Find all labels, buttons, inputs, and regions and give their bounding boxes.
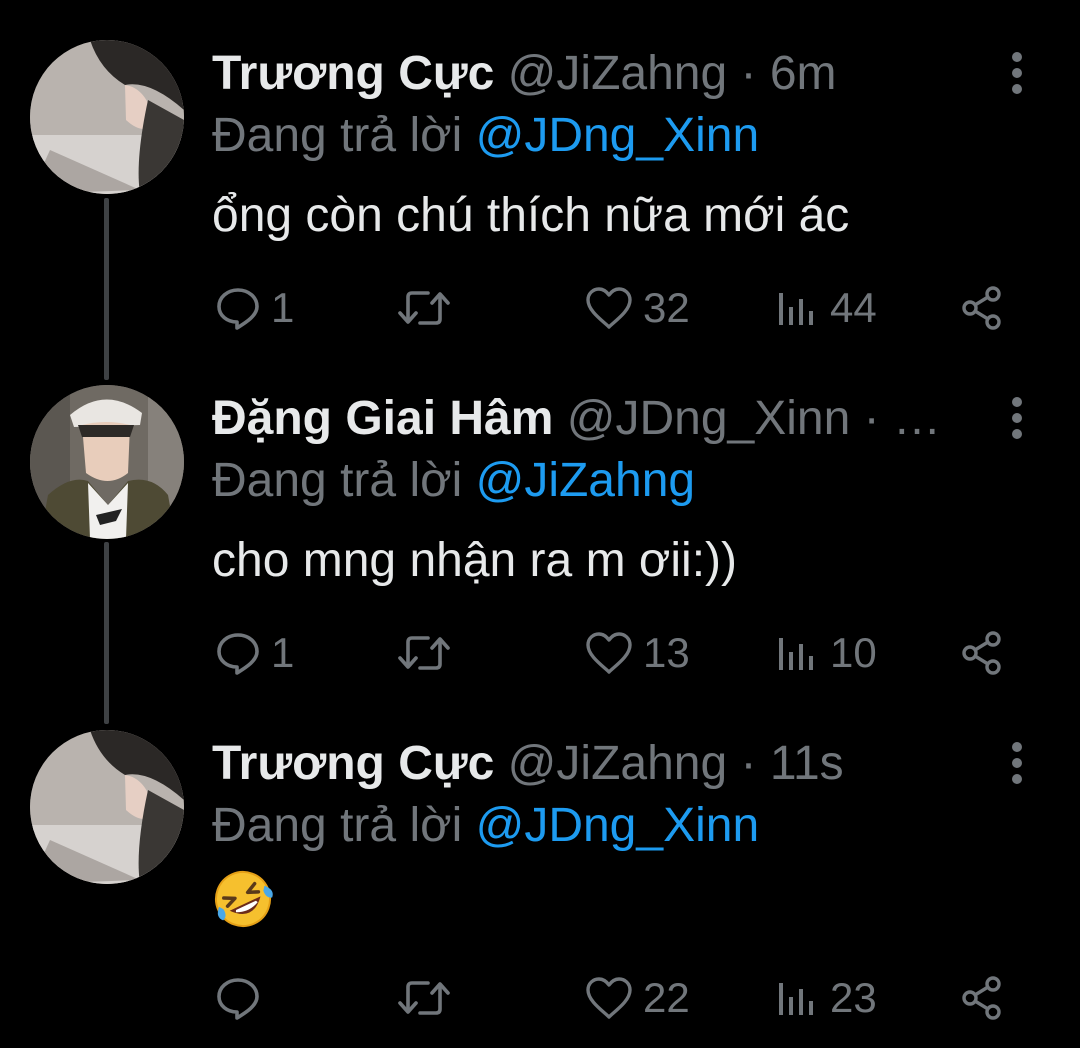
author-handle[interactable]: @JiZahng	[508, 47, 728, 100]
tweet[interactable]: Trương Cực @JiZahng · 6m Đang trả lời @J…	[0, 0, 1080, 345]
retweet-icon	[398, 636, 450, 670]
reply-count: 1	[271, 284, 295, 331]
replying-to-label: Đang trả lời	[212, 109, 463, 162]
retweet-button[interactable]	[398, 623, 460, 683]
reply-icon	[217, 978, 259, 1020]
avatar[interactable]	[30, 385, 184, 539]
more-options-button[interactable]	[1004, 50, 1030, 96]
tweet-text: ổng còn chú thích nữa mới ác	[212, 189, 850, 242]
separator-dot: ·	[740, 737, 757, 790]
views-button[interactable]: 44	[776, 278, 877, 338]
author-name[interactable]: Đặng Giai Hâm	[212, 392, 553, 445]
more-vertical-icon	[1012, 397, 1022, 439]
replying-to-label: Đang trả lời	[212, 454, 463, 507]
heart-icon	[586, 287, 632, 329]
heart-icon	[586, 632, 632, 674]
author-name[interactable]: Trương Cực	[212, 47, 494, 100]
more-options-button[interactable]	[1004, 740, 1030, 786]
reply-button[interactable]: 1	[215, 623, 294, 683]
replying-to: Đang trả lời @JDng_Xinn	[212, 106, 759, 166]
views-icon	[779, 293, 813, 325]
author-handle[interactable]: @JiZahng	[508, 737, 728, 790]
like-button[interactable]: 32	[585, 278, 690, 338]
tweet-header: Trương Cực @JiZahng · 6m	[212, 44, 992, 104]
tweet-actions: 1 13 10	[0, 623, 1080, 683]
tweet-text: cho mng nhận ra m ơii:))	[212, 534, 737, 587]
replying-to-label: Đang trả lời	[212, 799, 463, 852]
tweet-actions: 22 23	[0, 968, 1080, 1028]
share-icon	[962, 976, 1001, 1020]
more-vertical-icon	[1012, 742, 1022, 784]
tweet-header: Trương Cực @JiZahng · 11s	[212, 734, 992, 794]
replying-to-mention[interactable]: @JDng_Xinn	[476, 109, 760, 162]
share-icon	[962, 631, 1001, 675]
like-count: 32	[643, 284, 690, 331]
retweet-icon	[398, 291, 450, 325]
author-handle[interactable]: @JDng_Xinn	[567, 392, 851, 445]
timestamp[interactable]: …	[893, 392, 941, 445]
like-count: 22	[643, 974, 690, 1021]
reply-count: 1	[271, 629, 295, 676]
tweet-header: Đặng Giai Hâm @JDng_Xinn · …	[212, 389, 992, 449]
timestamp[interactable]: 6m	[770, 47, 837, 100]
replying-to: Đang trả lời @JiZahng	[212, 451, 695, 511]
rolling-on-floor-laughing-emoji	[212, 868, 274, 930]
share-button[interactable]	[960, 623, 1006, 683]
tweet[interactable]: Đặng Giai Hâm @JDng_Xinn · … Đang trả lờ…	[0, 345, 1080, 690]
reply-icon	[217, 288, 259, 330]
tweet[interactable]: Trương Cực @JiZahng · 11s Đang trả lời @…	[0, 690, 1080, 1035]
timestamp[interactable]: 11s	[770, 737, 844, 790]
view-count: 44	[830, 284, 877, 331]
author-name[interactable]: Trương Cực	[212, 737, 494, 790]
like-button[interactable]: 22	[585, 968, 690, 1028]
separator-dot: ·	[863, 392, 880, 445]
separator-dot: ·	[740, 47, 757, 100]
replying-to: Đang trả lời @JDng_Xinn	[212, 796, 759, 856]
views-button[interactable]: 10	[776, 623, 877, 683]
reply-button[interactable]: 1	[215, 278, 294, 338]
view-count: 10	[830, 629, 877, 676]
tweet-actions: 1 32 44	[0, 278, 1080, 338]
more-options-button[interactable]	[1004, 395, 1030, 441]
views-icon	[779, 983, 813, 1015]
more-vertical-icon	[1012, 52, 1022, 94]
replying-to-mention[interactable]: @JDng_Xinn	[476, 799, 760, 852]
like-count: 13	[643, 629, 690, 676]
views-icon	[779, 638, 813, 670]
retweet-icon	[398, 981, 450, 1015]
avatar[interactable]	[30, 730, 184, 884]
reply-icon	[217, 633, 259, 675]
avatar[interactable]	[30, 40, 184, 194]
retweet-button[interactable]	[398, 968, 460, 1028]
heart-icon	[586, 977, 632, 1019]
retweet-button[interactable]	[398, 278, 460, 338]
share-button[interactable]	[960, 278, 1006, 338]
like-button[interactable]: 13	[585, 623, 690, 683]
share-button[interactable]	[960, 968, 1006, 1028]
view-count: 23	[830, 974, 877, 1021]
replying-to-mention[interactable]: @JiZahng	[476, 454, 696, 507]
views-button[interactable]: 23	[776, 968, 877, 1028]
share-icon	[962, 286, 1001, 330]
reply-button[interactable]	[215, 968, 271, 1028]
